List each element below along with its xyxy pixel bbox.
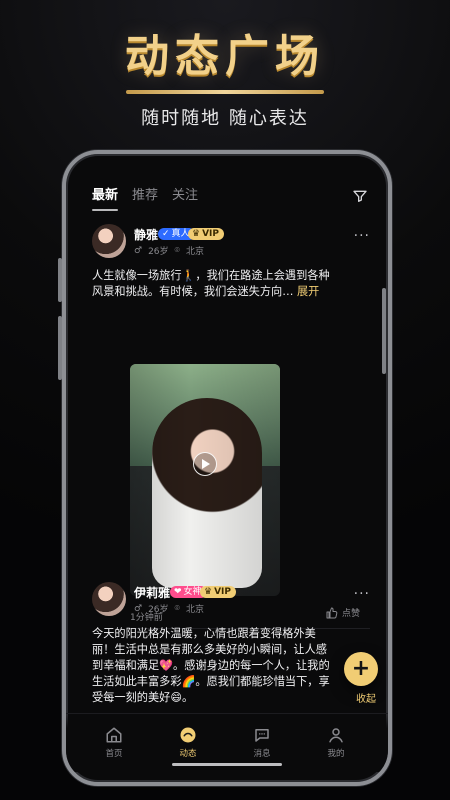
profile-icon	[329, 728, 343, 743]
post-text-line-content: 风景和挑战。有时候，我们会迷失方向…	[92, 285, 294, 298]
phone-side-button	[58, 258, 62, 302]
age: 26岁	[148, 605, 169, 615]
crown-icon: ♛	[204, 587, 213, 597]
post-text: 人生就像一场旅行🚶，我们在路途上会遇到各种 风景和挑战。有时候，我们会迷失方向……	[92, 268, 366, 300]
post-text: 今天的阳光格外温暖，心情也跟着变得格外美 丽！生活中总是有那么多美好的小瞬间，让…	[92, 626, 334, 706]
nav-label: 首页	[105, 749, 123, 759]
nav-label: 消息	[253, 749, 271, 759]
nav-label: 动态	[179, 749, 197, 759]
plus-icon: +	[351, 656, 371, 681]
badge-label: VIP	[214, 587, 231, 597]
phone-side-button	[58, 316, 62, 380]
age-icon: ♂	[134, 245, 143, 256]
badge-label: 女神	[183, 587, 202, 597]
thumbs-up-icon	[326, 607, 338, 618]
phone-frame: 最新 推荐 关注 静雅 ✓ 真人 ♛ VIP ♂ 26岁 ⌾ 北京 ··· 人生…	[62, 150, 392, 786]
like-button[interactable]: 点赞	[326, 606, 360, 619]
home-icon	[106, 727, 122, 743]
crown-icon: ♛	[192, 229, 201, 239]
post-text-line: 生活如此丰富多彩🌈。愿我们都能珍惜当下，享	[92, 675, 330, 688]
location-icon: ⌾	[174, 245, 180, 256]
avatar[interactable]	[92, 582, 126, 616]
feed-top-bar: 最新 推荐 关注	[66, 154, 388, 216]
post-text-line: 风景和挑战。有时候，我们会迷失方向… 展开	[92, 284, 366, 300]
badge-vip: ♛ VIP	[188, 228, 224, 240]
video-shade	[130, 364, 280, 596]
nav-profile[interactable]: 我的	[306, 726, 366, 759]
add-post-button[interactable]: +	[344, 652, 378, 686]
nav-moments[interactable]: 动态	[158, 726, 218, 759]
feed-tabs: 最新 推荐 关注	[92, 184, 198, 211]
nav-label: 我的	[327, 749, 345, 759]
hero-subtitle: 随时随地 随心表达	[141, 108, 309, 129]
hero-title: 动态广场	[125, 31, 325, 82]
phone-side-button	[382, 288, 386, 374]
nav-messages[interactable]: 消息	[232, 726, 292, 759]
tab-following[interactable]: 关注	[172, 184, 198, 203]
username[interactable]: 静雅	[134, 226, 158, 243]
home-indicator	[172, 763, 282, 766]
nav-home[interactable]: 首页	[84, 726, 144, 759]
more-icon[interactable]: ···	[354, 586, 370, 602]
username[interactable]: 伊莉雅	[134, 584, 170, 601]
message-icon	[255, 729, 269, 742]
badge-vip: ♛ VIP	[200, 586, 236, 598]
heart-icon: ❤	[174, 587, 182, 597]
post-meta: ♂ 26岁 ⌾ 北京	[134, 602, 204, 616]
expand-link[interactable]: 展开	[297, 285, 319, 298]
post-video[interactable]	[130, 364, 280, 596]
filter-icon[interactable]	[352, 188, 368, 204]
age-icon: ♂	[134, 603, 143, 614]
more-icon[interactable]: ···	[354, 228, 370, 244]
post-text-line: 人生就像一场旅行🚶，我们在路途上会遇到各种	[92, 269, 330, 282]
like-label: 点赞	[341, 609, 360, 619]
play-icon[interactable]	[193, 452, 217, 476]
post-text-line: 丽！生活中总是有那么多美好的小瞬间，让人感	[92, 643, 327, 656]
avatar[interactable]	[92, 224, 126, 258]
city: 北京	[185, 247, 204, 257]
location-icon: ⌾	[174, 603, 180, 614]
badge-label: VIP	[202, 229, 219, 239]
check-icon: ✓	[162, 229, 170, 239]
badge-label: 真人	[171, 229, 190, 239]
moments-icon	[180, 727, 196, 743]
post-text-line: 到幸福和满足💖。感谢身边的每一个人，让我的	[92, 659, 330, 672]
city: 北京	[185, 605, 204, 615]
post-meta: ♂ 26岁 ⌾ 北京	[134, 244, 204, 258]
post-text-line: 今天的阳光格外温暖，心情也跟着变得格外美	[92, 627, 316, 640]
hero-header: 动态广场 随时随地 随心表达	[0, 0, 450, 145]
tab-latest[interactable]: 最新	[92, 184, 119, 211]
hero-underline	[126, 90, 324, 94]
tab-recommended[interactable]: 推荐	[132, 184, 158, 203]
age: 26岁	[148, 247, 169, 257]
collapse-button[interactable]: 收起	[356, 690, 376, 705]
post-text-line: 受每一刻的美好😄。	[92, 691, 194, 704]
